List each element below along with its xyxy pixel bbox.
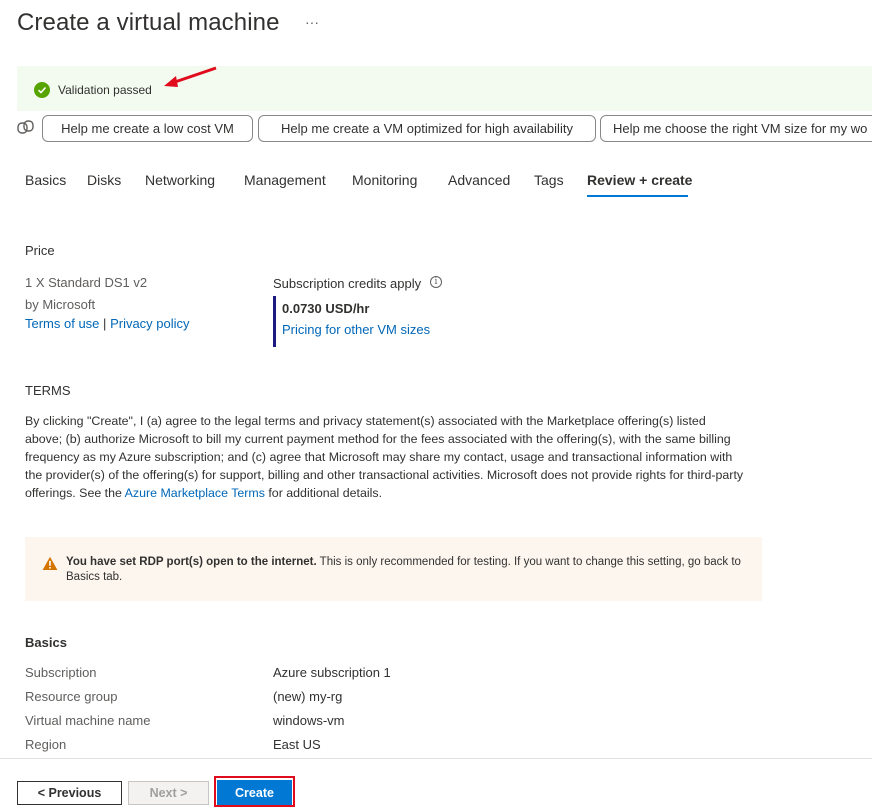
vm-name-value: windows-vm (273, 713, 345, 728)
suggestion-high-availability-vm[interactable]: Help me create a VM optimized for high a… (258, 115, 596, 142)
rdp-warning-banner: You have set RDP port(s) open to the int… (25, 537, 762, 601)
resource-group-value: (new) my-rg (273, 689, 343, 704)
link-separator: | (103, 316, 107, 331)
product-name: 1 X Standard DS1 v2 (25, 275, 148, 290)
azure-marketplace-terms-link[interactable]: Azure Marketplace Terms (125, 486, 265, 500)
page-title: Create a virtual machine (17, 9, 280, 36)
previous-button[interactable]: < Previous (17, 781, 122, 805)
warning-text: You have set RDP port(s) open to the int… (66, 555, 746, 585)
warning-icon (42, 556, 58, 570)
privacy-policy-link[interactable]: Privacy policy (110, 316, 189, 331)
suggestion-low-cost-vm[interactable]: Help me create a low cost VM (42, 115, 253, 142)
terms-of-use-link[interactable]: Terms of use (25, 316, 99, 331)
subscription-value: Azure subscription 1 (273, 665, 391, 680)
legal-links: Terms of use | Privacy policy (25, 316, 190, 331)
tab-management[interactable]: Management (244, 172, 326, 188)
publisher-name: by Microsoft (25, 297, 96, 312)
subscription-credits-label: Subscription credits apply (273, 276, 422, 291)
hourly-price: 0.0730 USD/hr (282, 301, 370, 316)
price-accent-bar (273, 296, 276, 347)
region-label: Region (25, 737, 67, 752)
red-arrow-annotation-icon (164, 66, 217, 87)
resource-group-label: Resource group (25, 689, 118, 704)
validation-banner: Validation passed (17, 66, 872, 111)
tab-networking[interactable]: Networking (145, 172, 215, 188)
tab-monitoring[interactable]: Monitoring (352, 172, 417, 188)
tab-basics[interactable]: Basics (25, 172, 66, 188)
suggestion-vm-size[interactable]: Help me choose the right VM size for my … (600, 115, 872, 142)
pricing-other-sizes-link[interactable]: Pricing for other VM sizes (282, 322, 430, 337)
price-heading: Price (25, 243, 55, 258)
warning-bold-text: You have set RDP port(s) open to the int… (66, 556, 317, 568)
wizard-tabs: Basics Disks Networking Management Monit… (0, 172, 872, 200)
basics-heading: Basics (25, 635, 67, 650)
tab-advanced[interactable]: Advanced (448, 172, 510, 188)
more-options-button[interactable]: ··· (305, 14, 319, 30)
tab-review-create[interactable]: Review + create (587, 172, 692, 188)
vm-name-label: Virtual machine name (25, 713, 151, 728)
terms-heading: TERMS (25, 383, 71, 398)
check-circle-icon (34, 82, 50, 98)
subscription-label: Subscription (25, 665, 97, 680)
create-button[interactable]: Create (217, 780, 292, 805)
terms-body-tail: for additional details. (264, 486, 383, 500)
copilot-icon (17, 120, 34, 134)
info-icon[interactable]: i (430, 276, 442, 288)
wizard-footer: < Previous Next > Create (0, 758, 872, 810)
tab-tags[interactable]: Tags (534, 172, 564, 188)
region-value: East US (273, 737, 321, 752)
validation-status-text: Validation passed (58, 83, 152, 97)
terms-body: By clicking "Create", I (a) agree to the… (25, 412, 745, 502)
tab-disks[interactable]: Disks (87, 172, 121, 188)
next-button: Next > (128, 781, 209, 805)
active-tab-indicator (587, 195, 688, 197)
